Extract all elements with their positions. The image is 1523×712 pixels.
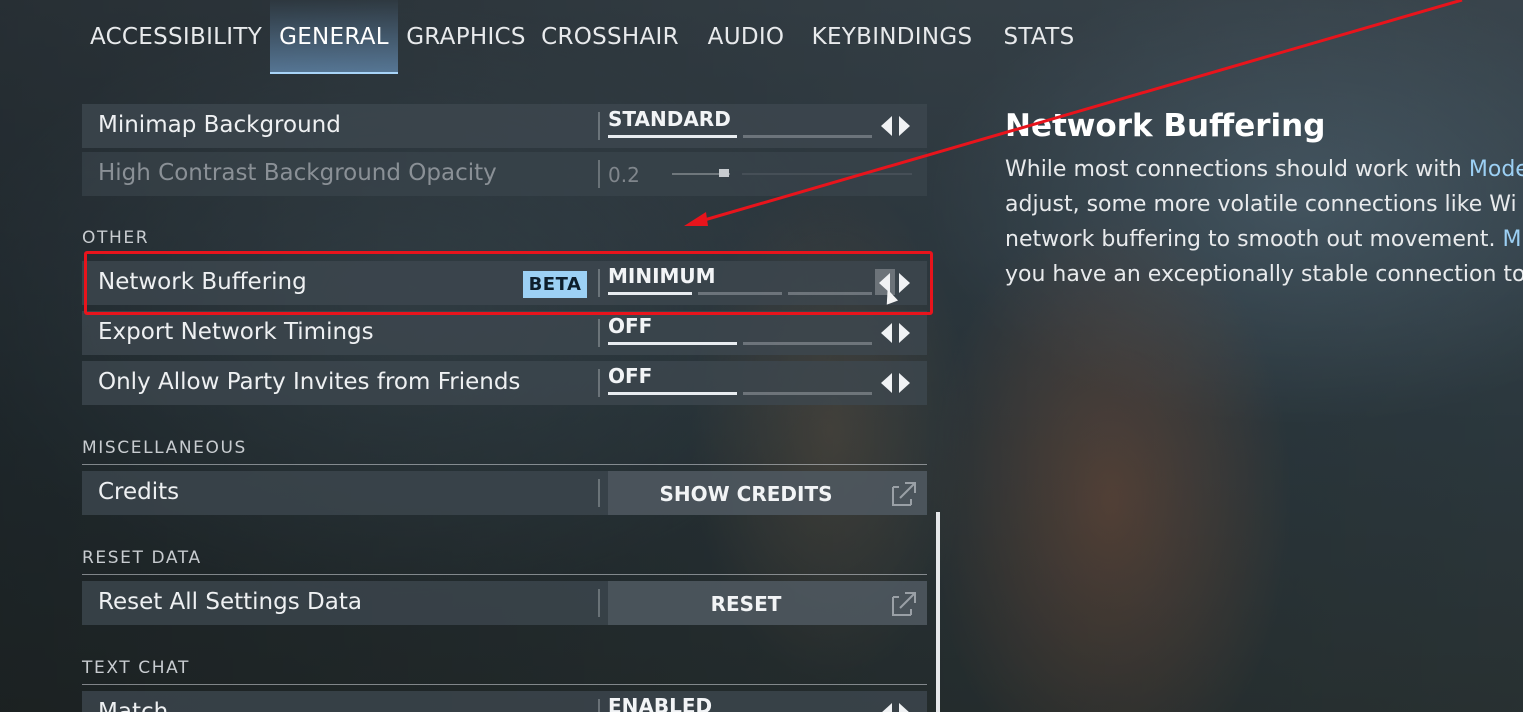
annotation-arrow-icon <box>684 0 1463 226</box>
